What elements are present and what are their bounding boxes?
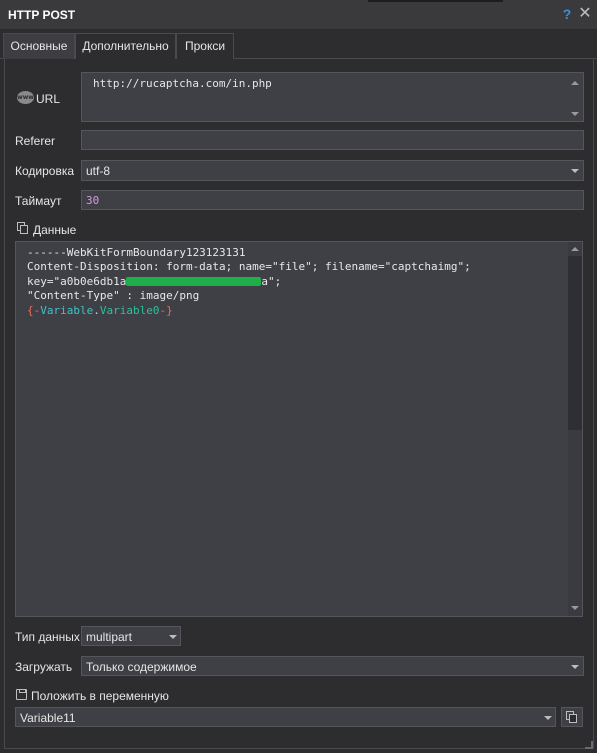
chevron-down-icon — [544, 716, 552, 720]
save-to-var-select[interactable]: Variable11 — [15, 707, 556, 727]
url-value: http://rucaptcha.com/in.php — [93, 77, 272, 90]
scroll-up-icon[interactable] — [571, 247, 579, 251]
chevron-down-icon — [169, 635, 177, 639]
variable-subname: Variable0 — [99, 303, 160, 317]
load-select[interactable]: Только содержимое — [81, 656, 584, 676]
editor-line-3-suffix: a"; — [261, 274, 282, 288]
help-icon[interactable]: ? — [560, 6, 574, 22]
data-type-value: multipart — [86, 630, 133, 644]
chevron-down-icon — [571, 169, 579, 173]
url-input[interactable]: http://rucaptcha.com/in.php — [81, 72, 584, 122]
referer-label: Referer — [15, 134, 56, 148]
data-type-label: Тип данных — [15, 630, 80, 644]
title-bar: HTTP POST ? ✕ — [0, 0, 597, 30]
timeout-input[interactable]: 30 — [81, 190, 584, 210]
copy-icon — [17, 222, 29, 234]
timeout-label: Таймаут — [15, 194, 62, 208]
encoding-label: Кодировка — [15, 164, 75, 178]
tab-proxy[interactable]: Прокси — [176, 33, 234, 59]
referer-input[interactable] — [81, 130, 584, 150]
window-title: HTTP POST — [8, 8, 76, 22]
data-type-select[interactable]: multipart — [81, 626, 181, 646]
data-editor[interactable]: ------WebKitFormBoundary123123131 Conten… — [15, 241, 583, 617]
save-to-var-label: Положить в переменную — [31, 689, 169, 703]
variable-name: Variable — [40, 303, 94, 317]
tab-basic[interactable]: Основные — [3, 33, 75, 59]
variable-close-brace: -} — [159, 303, 173, 317]
encoding-value: utf-8 — [86, 164, 111, 178]
scroll-down-icon[interactable] — [571, 112, 579, 116]
copy-variable-button[interactable] — [561, 707, 583, 727]
load-label: Загружать — [15, 660, 73, 674]
editor-scrollbar-thumb[interactable] — [568, 256, 582, 430]
resize-grip[interactable] — [585, 741, 593, 749]
editor-line-2: Content-Disposition: form-data; name="fi… — [27, 260, 471, 274]
close-icon[interactable]: ✕ — [578, 5, 592, 23]
scroll-up-icon[interactable] — [571, 81, 579, 85]
data-editor-text: ------WebKitFormBoundary123123131 Conten… — [27, 246, 471, 318]
variable-open-brace: {- — [27, 303, 41, 317]
editor-line-3-prefix: key="a0b0e6db1a — [27, 274, 127, 288]
timeout-value: 30 — [86, 194, 100, 207]
redaction-mark — [126, 276, 262, 286]
data-label: Данные — [33, 223, 77, 237]
save-icon — [16, 689, 27, 700]
title-decoration — [368, 0, 503, 2]
encoding-select[interactable]: utf-8 — [81, 160, 584, 181]
variable-dot: . — [93, 303, 100, 317]
tab-advanced[interactable]: Дополнительно — [75, 33, 176, 59]
save-to-var-value: Variable11 — [20, 711, 76, 725]
www-globe-icon: www — [17, 91, 34, 104]
load-value: Только содержимое — [86, 660, 197, 674]
scroll-down-icon[interactable] — [571, 606, 579, 610]
url-label: URL — [36, 92, 61, 106]
tab-strip: Основные Дополнительно Прокси — [0, 33, 597, 59]
chevron-down-icon — [571, 665, 579, 669]
editor-line-4: "Content-Type" : image/png — [27, 289, 200, 303]
editor-line-1: ------WebKitFormBoundary123123131 — [27, 246, 246, 259]
copy-icon — [566, 711, 578, 723]
